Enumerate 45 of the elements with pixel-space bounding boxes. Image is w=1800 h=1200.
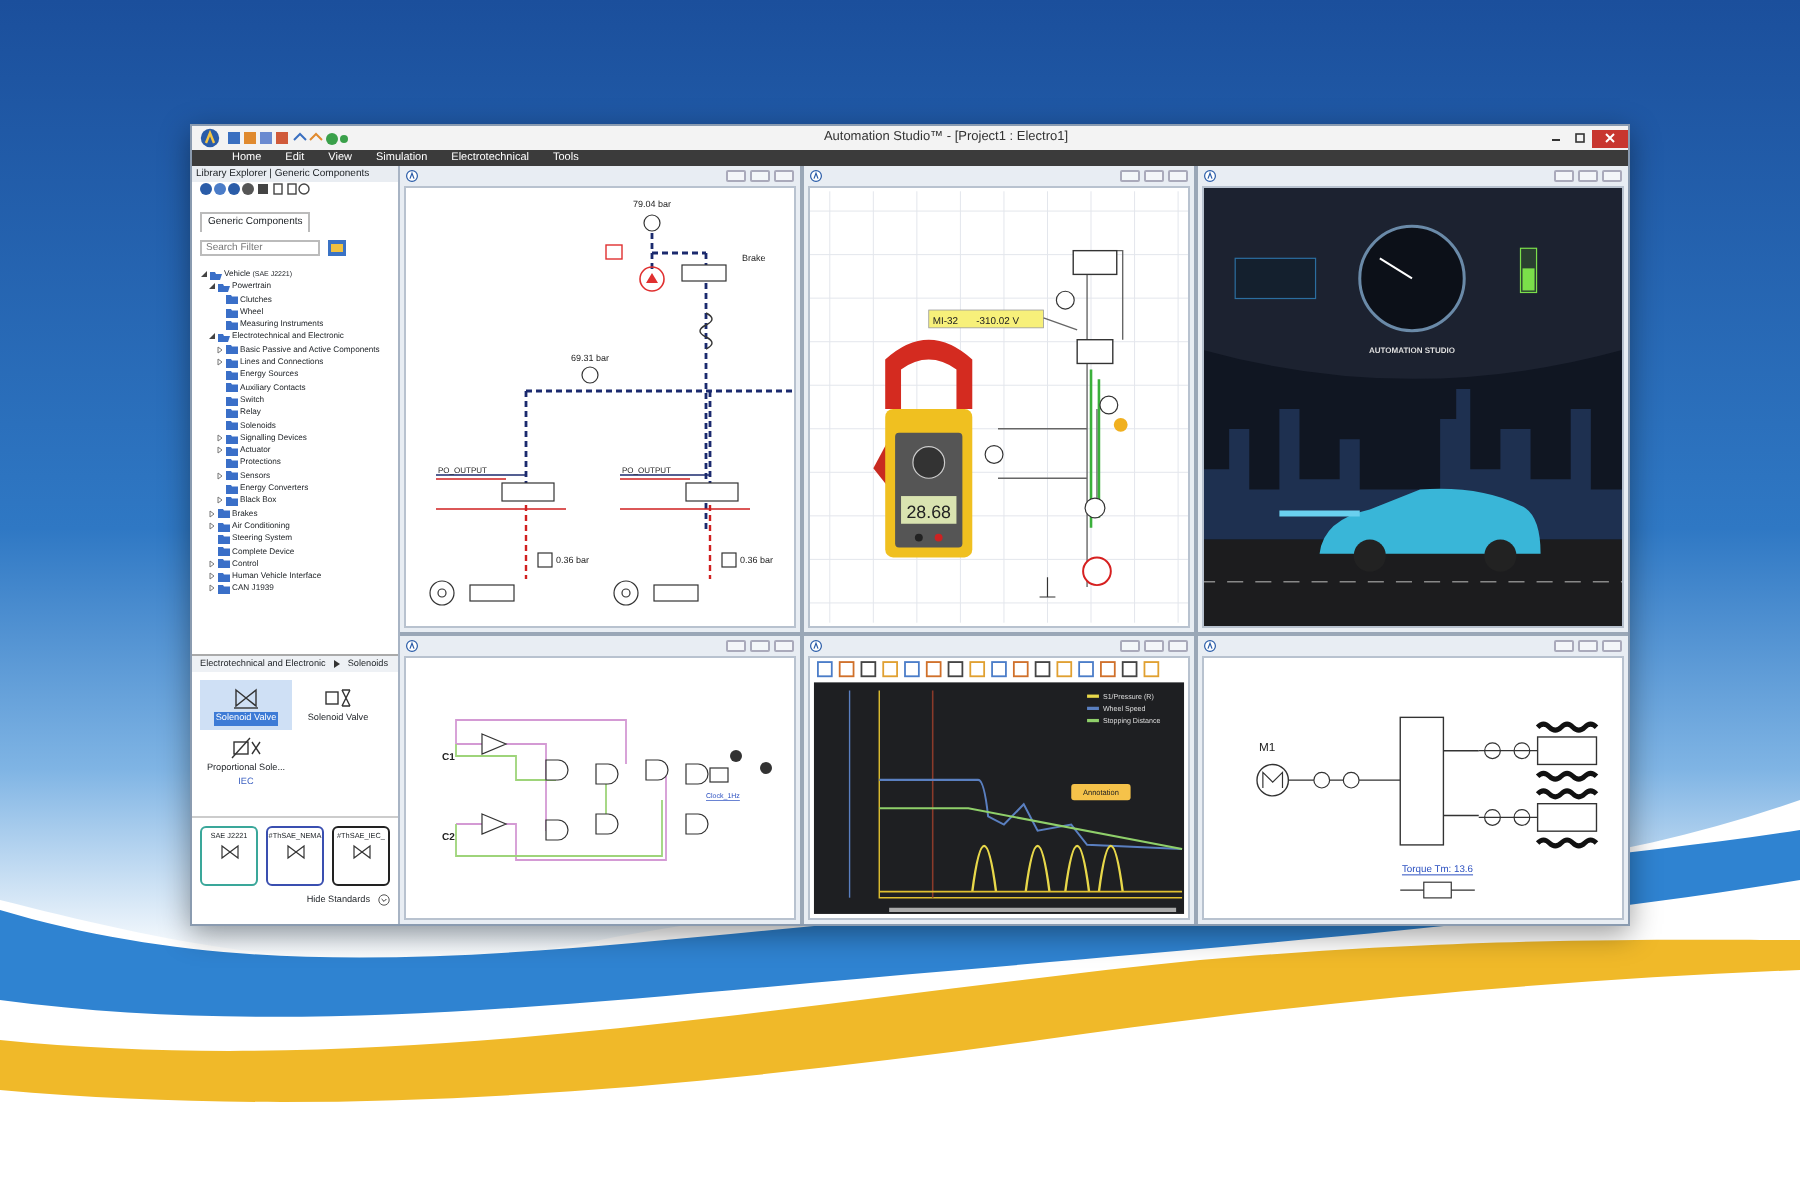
collapsed-arrow-icon[interactable] bbox=[216, 431, 224, 445]
restore-button[interactable] bbox=[750, 170, 770, 182]
solenoid-symbol-icon bbox=[230, 684, 262, 712]
collapsed-arrow-icon[interactable] bbox=[216, 356, 224, 369]
collapsed-arrow-icon[interactable] bbox=[208, 507, 216, 520]
solenoid-symbol-icon bbox=[322, 684, 354, 712]
expand-circle-icon[interactable] bbox=[378, 894, 390, 907]
panel-logo-icon bbox=[406, 170, 418, 182]
collapsed-arrow-icon[interactable] bbox=[216, 343, 224, 357]
collapsed-arrow-icon[interactable] bbox=[208, 557, 216, 571]
restore-button[interactable] bbox=[750, 640, 770, 652]
meter-display-reading: 28.68 bbox=[906, 501, 951, 522]
probe-label-background bbox=[928, 309, 1044, 329]
quick-access-toolbar-icons[interactable] bbox=[228, 131, 348, 145]
collapsed-arrow-icon[interactable] bbox=[208, 570, 216, 583]
breadcrumb-arrow-icon bbox=[333, 660, 340, 668]
restore-button[interactable] bbox=[1578, 640, 1598, 652]
panel-logo-icon bbox=[1204, 170, 1216, 182]
panel-logo-icon bbox=[810, 640, 822, 652]
collapsed-arrow-icon[interactable] bbox=[216, 469, 224, 483]
panel-logo-icon bbox=[810, 170, 822, 182]
expanded-arrow-icon[interactable] bbox=[200, 268, 208, 281]
restore-button[interactable] bbox=[1578, 170, 1598, 182]
expanded-arrow-icon[interactable] bbox=[208, 330, 216, 344]
chart-toolbar-icons[interactable] bbox=[817, 661, 1160, 678]
open-folder-icon bbox=[218, 332, 230, 343]
solenoid-symbol-icon bbox=[283, 843, 307, 862]
app-logo-icon[interactable] bbox=[200, 128, 220, 148]
collapsed-arrow-icon[interactable] bbox=[216, 494, 224, 508]
solenoid-symbol-icon bbox=[349, 843, 373, 862]
restore-button[interactable] bbox=[1144, 640, 1164, 652]
grid-view-icon[interactable] bbox=[328, 240, 346, 256]
collapsed-arrow-icon[interactable] bbox=[216, 444, 224, 457]
panel-logo-icon bbox=[406, 640, 418, 652]
collapsed-arrow-icon[interactable] bbox=[208, 582, 216, 596]
library-toolbar-icons[interactable] bbox=[200, 182, 310, 196]
collapsed-arrow-icon[interactable] bbox=[208, 519, 216, 533]
close-icon[interactable] bbox=[1604, 131, 1616, 144]
maximize-icon[interactable] bbox=[1574, 131, 1586, 144]
solenoid-symbol-icon bbox=[217, 843, 241, 862]
close-button[interactable] bbox=[1592, 129, 1628, 147]
restore-button[interactable] bbox=[1144, 170, 1164, 182]
panel-logo-icon bbox=[1204, 640, 1216, 652]
expanded-arrow-icon[interactable] bbox=[208, 280, 216, 294]
proportional-solenoid-icon bbox=[230, 733, 262, 762]
